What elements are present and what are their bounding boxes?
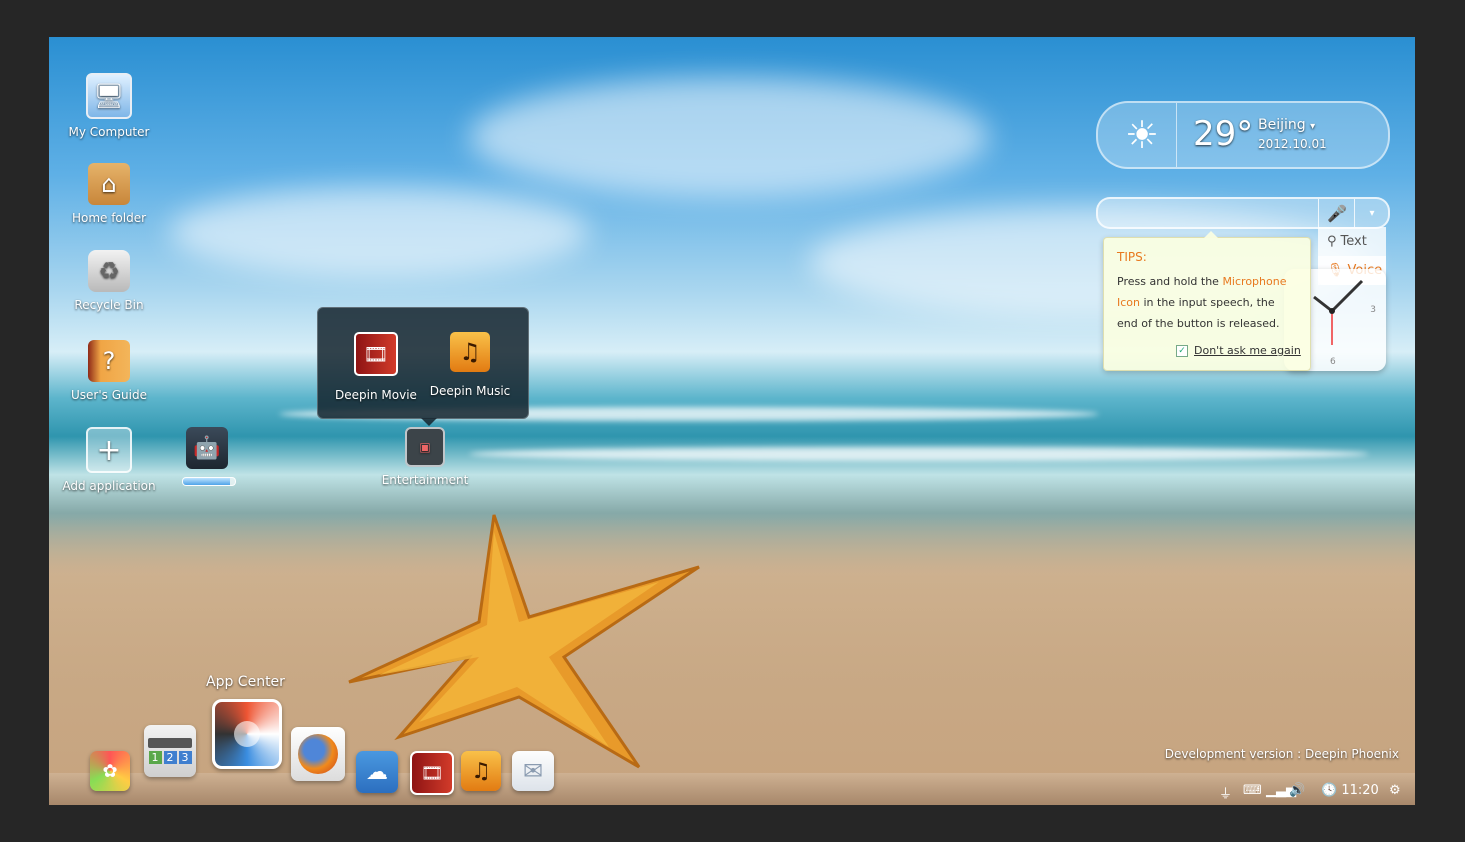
- home-folder-icon-item[interactable]: ⌂ Home folder: [54, 163, 164, 225]
- tips-title: TIPS:: [1117, 250, 1147, 264]
- starfish-image: [348, 514, 700, 769]
- weather-date: 2012.10.01: [1258, 137, 1327, 151]
- firefox-icon: [298, 734, 338, 774]
- wave: [469, 447, 1369, 461]
- tips-tooltip: TIPS: Press and hold the Microphone Icon…: [1103, 231, 1311, 371]
- search-input[interactable]: [1108, 202, 1312, 224]
- folder-popup: 🎞 Deepin Movie ♫ Deepin Music: [317, 307, 529, 426]
- dont-ask-checkbox-row[interactable]: ✓ Don't ask me again: [1176, 344, 1301, 357]
- monitor-icon: 🖥: [86, 73, 132, 119]
- mail-dock-item[interactable]: ✉: [512, 751, 554, 791]
- install-progress-fill: [183, 478, 230, 485]
- clock-icon: 🕓: [1321, 783, 1338, 798]
- add-application-icon-item[interactable]: + Add application: [54, 427, 164, 493]
- gear-icon[interactable]: ⚙: [1389, 783, 1401, 798]
- version-label: Development version : Deepin Phoenix: [1164, 747, 1399, 761]
- trash-icon: ♻: [88, 250, 130, 292]
- my-computer-icon-item[interactable]: 🖥 My Computer: [54, 73, 164, 139]
- photo-viewer-dock-item[interactable]: ✿: [90, 751, 130, 791]
- window-controls-icon: [148, 738, 192, 748]
- cloud: [169, 187, 589, 277]
- cloud: [469, 77, 989, 197]
- temperature: 29°: [1193, 114, 1254, 154]
- tips-text-b: in the input speech, the end of the butt…: [1117, 296, 1280, 330]
- sun-icon: ☀: [1124, 113, 1160, 157]
- my-computer-label: My Computer: [68, 125, 150, 139]
- add-application-label: Add application: [62, 479, 156, 493]
- tray-time: 11:20: [1341, 783, 1379, 798]
- search-bar: 🎤 ▾: [1096, 197, 1390, 229]
- help-book-icon: ?: [88, 340, 130, 382]
- install-progress-bar: [182, 477, 236, 486]
- cloud-dock-item[interactable]: ☁: [356, 751, 398, 793]
- home-folder-label: Home folder: [71, 211, 147, 225]
- mail-icon: ✉: [522, 757, 544, 785]
- calculator-digits: 1 2 3: [148, 751, 192, 764]
- entertainment-folder[interactable]: ▣ Entertainment: [370, 427, 480, 487]
- deepin-music-app[interactable]: ♫ Deepin Music: [424, 332, 516, 399]
- firefox-dock-item[interactable]: [291, 727, 345, 781]
- tooltip-arrow: [1204, 231, 1218, 238]
- weather-divider: [1176, 103, 1177, 167]
- app-center-label: App Center: [206, 674, 285, 690]
- home-folder-icon: ⌂: [88, 163, 130, 205]
- digit-3: 3: [178, 751, 192, 764]
- deepin-music-dock-item[interactable]: ♫: [461, 751, 501, 791]
- keyboard-icon[interactable]: ⌨: [1243, 783, 1262, 798]
- dock-bar: [49, 773, 1415, 805]
- text-mode-label: Text: [1340, 234, 1367, 249]
- usb-icon[interactable]: ⏚: [1219, 783, 1232, 802]
- weather-widget[interactable]: ☀ 29° Beijing ▾ 2012.10.01: [1096, 101, 1390, 169]
- city-selector[interactable]: Beijing ▾: [1258, 117, 1315, 133]
- film-icon: 🎞: [420, 762, 444, 784]
- photo-icon: ✿: [102, 760, 118, 782]
- music-note-icon: ♫: [450, 332, 490, 372]
- deepin-movie-app[interactable]: 🎞 Deepin Movie: [330, 332, 422, 403]
- users-guide-icon-item[interactable]: ? User's Guide: [54, 340, 164, 402]
- installing-app-item[interactable]: 🤖: [182, 427, 236, 486]
- plus-icon: +: [86, 427, 132, 473]
- desktop: 🖥 My Computer ⌂ Home folder ♻ Recycle Bi…: [49, 37, 1415, 805]
- text-mode-item[interactable]: ⚲ Text: [1318, 227, 1386, 256]
- app-center-icon: [234, 721, 260, 747]
- dont-ask-label: Don't ask me again: [1194, 344, 1301, 357]
- microphone-button[interactable]: 🎤: [1318, 199, 1355, 227]
- film-icon: 🎞: [354, 332, 398, 376]
- search-icon: ⚲: [1327, 234, 1337, 249]
- calculator-dock-item[interactable]: 1 2 3: [144, 725, 196, 777]
- cloud-icon: ☁: [366, 759, 388, 785]
- chevron-down-icon: ▾: [1310, 121, 1316, 132]
- recycle-bin-icon-item[interactable]: ♻ Recycle Bin: [54, 250, 164, 312]
- popup-arrow: [421, 418, 437, 426]
- digit-1: 1: [148, 751, 162, 764]
- city-name: Beijing: [1258, 117, 1306, 133]
- deepin-music-label: Deepin Music: [429, 384, 511, 398]
- tips-text-a: Press and hold the: [1117, 275, 1223, 288]
- volume-icon[interactable]: 🔊: [1289, 783, 1305, 798]
- dont-ask-checkbox[interactable]: ✓: [1176, 344, 1188, 357]
- music-note-icon: ♫: [471, 758, 491, 784]
- folder-grid-icon: ▣: [405, 427, 445, 467]
- digit-2: 2: [163, 751, 177, 764]
- users-guide-label: User's Guide: [71, 388, 147, 402]
- deepin-movie-label: Deepin Movie: [335, 388, 417, 402]
- entertainment-label: Entertainment: [381, 473, 469, 487]
- installer-robot-icon: 🤖: [186, 427, 228, 469]
- tips-body: Press and hold the Microphone Icon in th…: [1117, 271, 1297, 334]
- tips-highlight-a: Microphone: [1222, 275, 1287, 288]
- search-mode-dropdown[interactable]: ▾: [1354, 199, 1389, 227]
- deepin-movie-dock-item[interactable]: 🎞: [410, 751, 454, 795]
- app-center-dock-item[interactable]: [212, 699, 282, 769]
- recycle-bin-label: Recycle Bin: [74, 298, 144, 312]
- tips-highlight-b: Icon: [1117, 296, 1140, 309]
- clock-tray[interactable]: 🕓 11:20: [1321, 783, 1379, 798]
